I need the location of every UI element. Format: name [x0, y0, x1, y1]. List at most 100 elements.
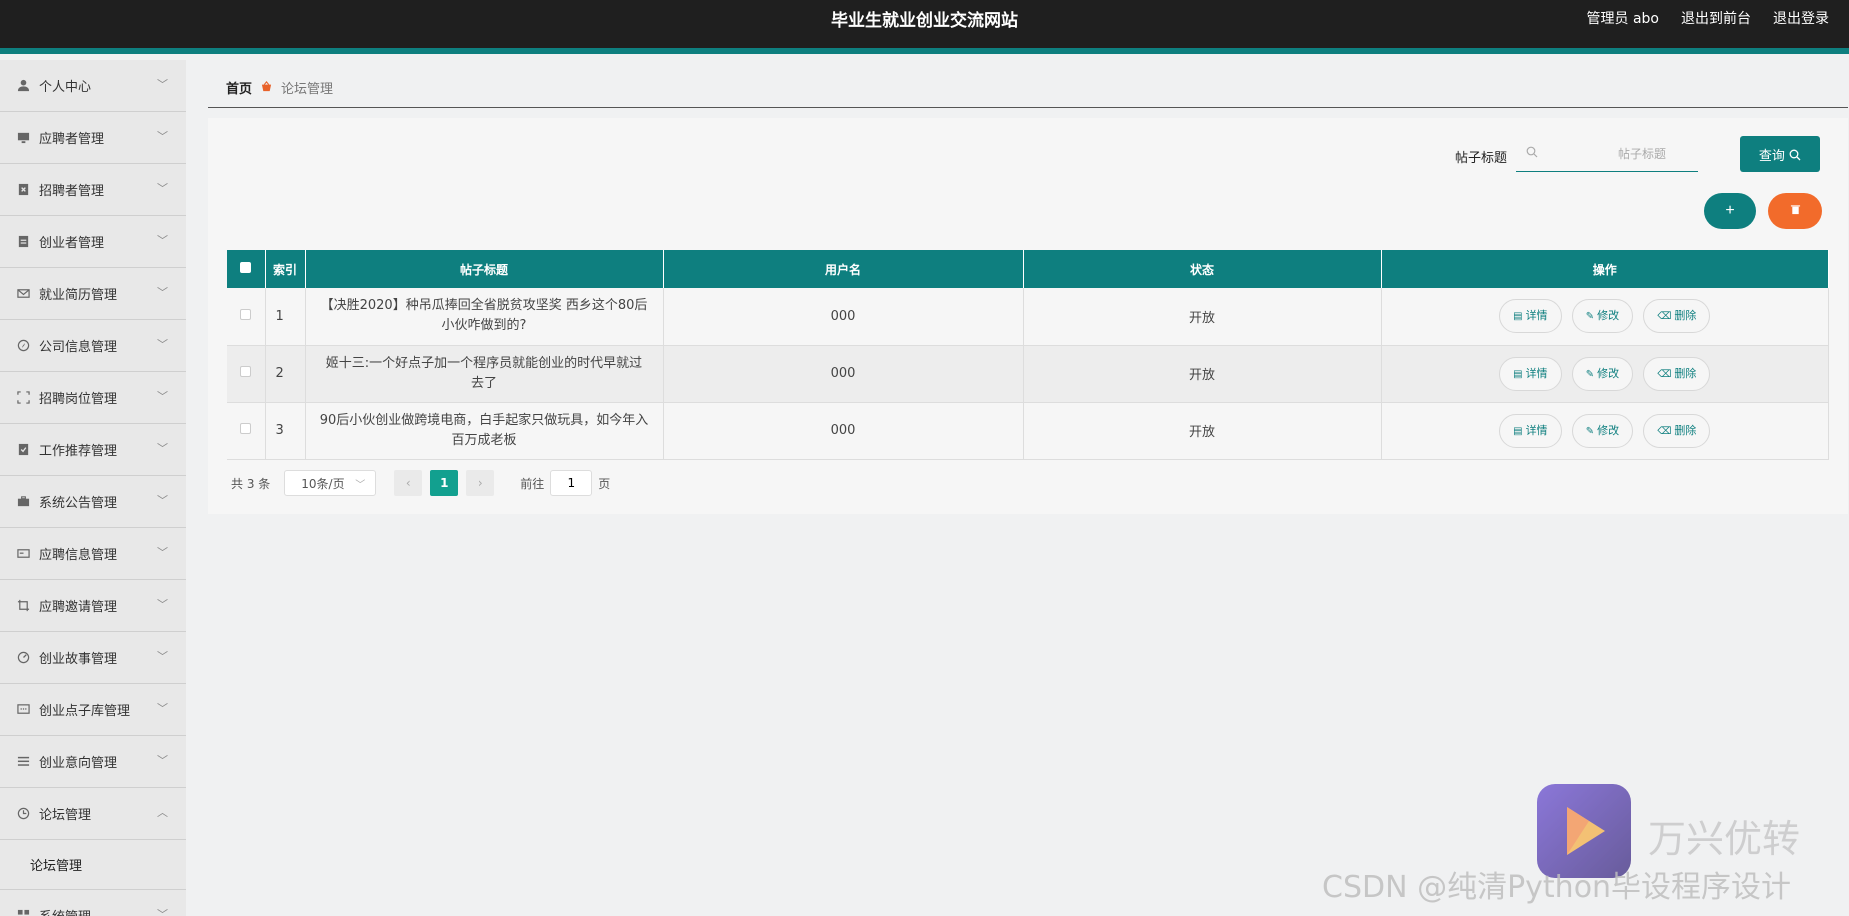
sidebar-item-system[interactable]: 系统管理 ﹀: [0, 890, 186, 916]
detail-button[interactable]: ▤ 详情: [1499, 356, 1562, 391]
prev-page-button[interactable]: ‹: [394, 470, 423, 496]
sidebar-item-label: 招聘者管理: [39, 184, 105, 199]
detail-button[interactable]: ▤ 详情: [1499, 299, 1562, 334]
chevron-down-icon: ﹀: [157, 182, 168, 195]
sidebar-item-ideas[interactable]: 创业点子库管理 ﹀: [0, 684, 186, 736]
clipboard-check-icon: [16, 443, 30, 457]
query-button[interactable]: 查询: [1740, 136, 1820, 172]
basket-icon: [261, 80, 272, 95]
edit-button[interactable]: ✎ 修改: [1571, 413, 1634, 448]
sidebar-item-label: 应聘信息管理: [39, 548, 118, 563]
clipboard-x-icon: [16, 183, 30, 197]
chat-icon: [16, 703, 30, 717]
sidebar-item-label: 公司信息管理: [39, 340, 118, 355]
top-links: 管理员 abo 退出到前台 退出登录: [1587, 8, 1829, 28]
sidebar-item-label: 个人中心: [39, 80, 92, 95]
page-size-select[interactable]: 10条/页 ﹀: [284, 470, 377, 496]
chevron-down-icon: ﹀: [157, 650, 168, 663]
compass-icon: [16, 339, 30, 353]
row-checkbox[interactable]: [240, 423, 252, 434]
person-icon: [16, 79, 30, 93]
table-row: 2 姬十三:一个好点子加一个程序员就能创业的时代早就过去了 000 开放 ▤ 详情…: [227, 345, 1829, 403]
sidebar-subitem-forum[interactable]: 论坛管理: [0, 840, 186, 890]
sidebar-item-profile[interactable]: 个人中心 ﹀: [0, 60, 186, 112]
sidebar-item-stories[interactable]: 创业故事管理 ﹀: [0, 632, 186, 684]
chevron-down-icon: ﹀: [157, 390, 168, 403]
sidebar-item-label: 创业点子库管理: [39, 704, 131, 719]
goto-prefix: 前往: [520, 476, 545, 491]
pencil-icon: ✎: [1585, 368, 1595, 380]
table-row: 3 90后小伙创业做跨境电商，白手起家只做玩具，如今年入百万成老板 000 开放…: [227, 402, 1829, 460]
chevron-down-icon: ﹀: [157, 130, 168, 143]
chevron-down-icon: ﹀: [157, 338, 168, 351]
breadcrumb-home[interactable]: 首页: [226, 78, 252, 97]
table-header-row: 索引 帖子标题 用户名 状态 操作: [227, 250, 1829, 288]
sidebar-item-applications[interactable]: 应聘信息管理 ﹀: [0, 528, 186, 580]
row-actions: ▤ 详情 ✎ 修改 ⌫ 删除: [1381, 288, 1829, 346]
edit-label: 修改: [1597, 423, 1620, 437]
document-icon: ▤: [1513, 311, 1523, 323]
detail-label: 详情: [1525, 309, 1548, 323]
edit-label: 修改: [1597, 309, 1620, 323]
batch-delete-button[interactable]: [1768, 193, 1822, 229]
trash-icon: ⌫: [1657, 425, 1672, 437]
col-status: 状态: [1023, 250, 1382, 288]
row-title: 90后小伙创业做跨境电商，白手起家只做玩具，如今年入百万成老板: [305, 402, 664, 460]
sidebar-item-label: 应聘邀请管理: [39, 600, 118, 615]
forum-table: 索引 帖子标题 用户名 状态 操作 1 【决胜2020】种吊瓜捧回全省脱贫攻坚奖…: [227, 250, 1829, 460]
sidebar-item-label: 创业意向管理: [39, 756, 118, 771]
row-status: 开放: [1023, 345, 1382, 403]
admin-user-label[interactable]: 管理员 abo: [1587, 8, 1659, 28]
row-username: 000: [663, 402, 1024, 460]
page-number-button[interactable]: 1: [430, 470, 459, 496]
edit-label: 修改: [1597, 366, 1620, 380]
row-checkbox[interactable]: [240, 308, 252, 320]
clock-icon: [16, 807, 30, 821]
sidebar-item-applicants[interactable]: 应聘者管理 ﹀: [0, 112, 186, 164]
site-title: 毕业生就业创业交流网站: [831, 11, 1018, 31]
delete-button[interactable]: ⌫ 删除: [1643, 413, 1711, 448]
detail-label: 详情: [1525, 423, 1548, 437]
sidebar-item-job-recommend[interactable]: 工作推荐管理 ﹀: [0, 424, 186, 476]
query-button-label: 查询: [1758, 148, 1785, 164]
delete-label: 删除: [1674, 423, 1697, 437]
search-input[interactable]: [1538, 146, 1688, 161]
delete-button[interactable]: ⌫ 删除: [1643, 299, 1711, 334]
sidebar-item-label: 论坛管理: [39, 808, 92, 823]
sidebar-item-announcements[interactable]: 系统公告管理 ﹀: [0, 476, 186, 528]
chevron-up-icon: ︿: [157, 806, 168, 819]
col-username: 用户名: [663, 250, 1024, 288]
sidebar-item-invitations[interactable]: 应聘邀请管理 ﹀: [0, 580, 186, 632]
delete-label: 删除: [1674, 366, 1697, 380]
sidebar-item-recruiters[interactable]: 招聘者管理 ﹀: [0, 164, 186, 216]
row-index: 1: [265, 288, 306, 346]
sidebar-item-entrepreneurs[interactable]: 创业者管理 ﹀: [0, 216, 186, 268]
edit-button[interactable]: ✎ 修改: [1571, 356, 1634, 391]
list-icon: [16, 755, 30, 769]
edit-button[interactable]: ✎ 修改: [1571, 299, 1634, 334]
sidebar-item-intentions[interactable]: 创业意向管理 ﹀: [0, 736, 186, 788]
page-size-value: 10条/页: [301, 476, 345, 491]
row-username: 000: [663, 345, 1024, 403]
trash-icon: ⌫: [1657, 368, 1672, 380]
next-page-button[interactable]: ›: [466, 470, 495, 496]
grid-icon: [16, 909, 30, 916]
pagination-total: 共 3 条: [231, 476, 271, 491]
logout-link[interactable]: 退出登录: [1773, 8, 1829, 28]
sidebar-item-companies[interactable]: 公司信息管理 ﹀: [0, 320, 186, 372]
select-all-checkbox[interactable]: [240, 262, 252, 273]
goto-page-input[interactable]: [550, 470, 593, 496]
clipboard-icon: [16, 235, 30, 249]
row-status: 开放: [1023, 288, 1382, 346]
add-button[interactable]: +: [1704, 193, 1756, 229]
sidebar-item-forum[interactable]: 论坛管理 ︿: [0, 788, 186, 840]
row-checkbox[interactable]: [240, 366, 252, 377]
delete-button[interactable]: ⌫ 删除: [1643, 356, 1711, 391]
sidebar-item-positions[interactable]: 招聘岗位管理 ﹀: [0, 372, 186, 424]
pencil-icon: ✎: [1585, 311, 1595, 323]
sidebar-item-resumes[interactable]: 就业简历管理 ﹀: [0, 268, 186, 320]
exit-to-front-link[interactable]: 退出到前台: [1681, 8, 1751, 28]
sidebar-item-label: 创业故事管理: [39, 652, 118, 667]
detail-button[interactable]: ▤ 详情: [1499, 413, 1562, 448]
row-title: 姬十三:一个好点子加一个程序员就能创业的时代早就过去了: [305, 345, 664, 403]
